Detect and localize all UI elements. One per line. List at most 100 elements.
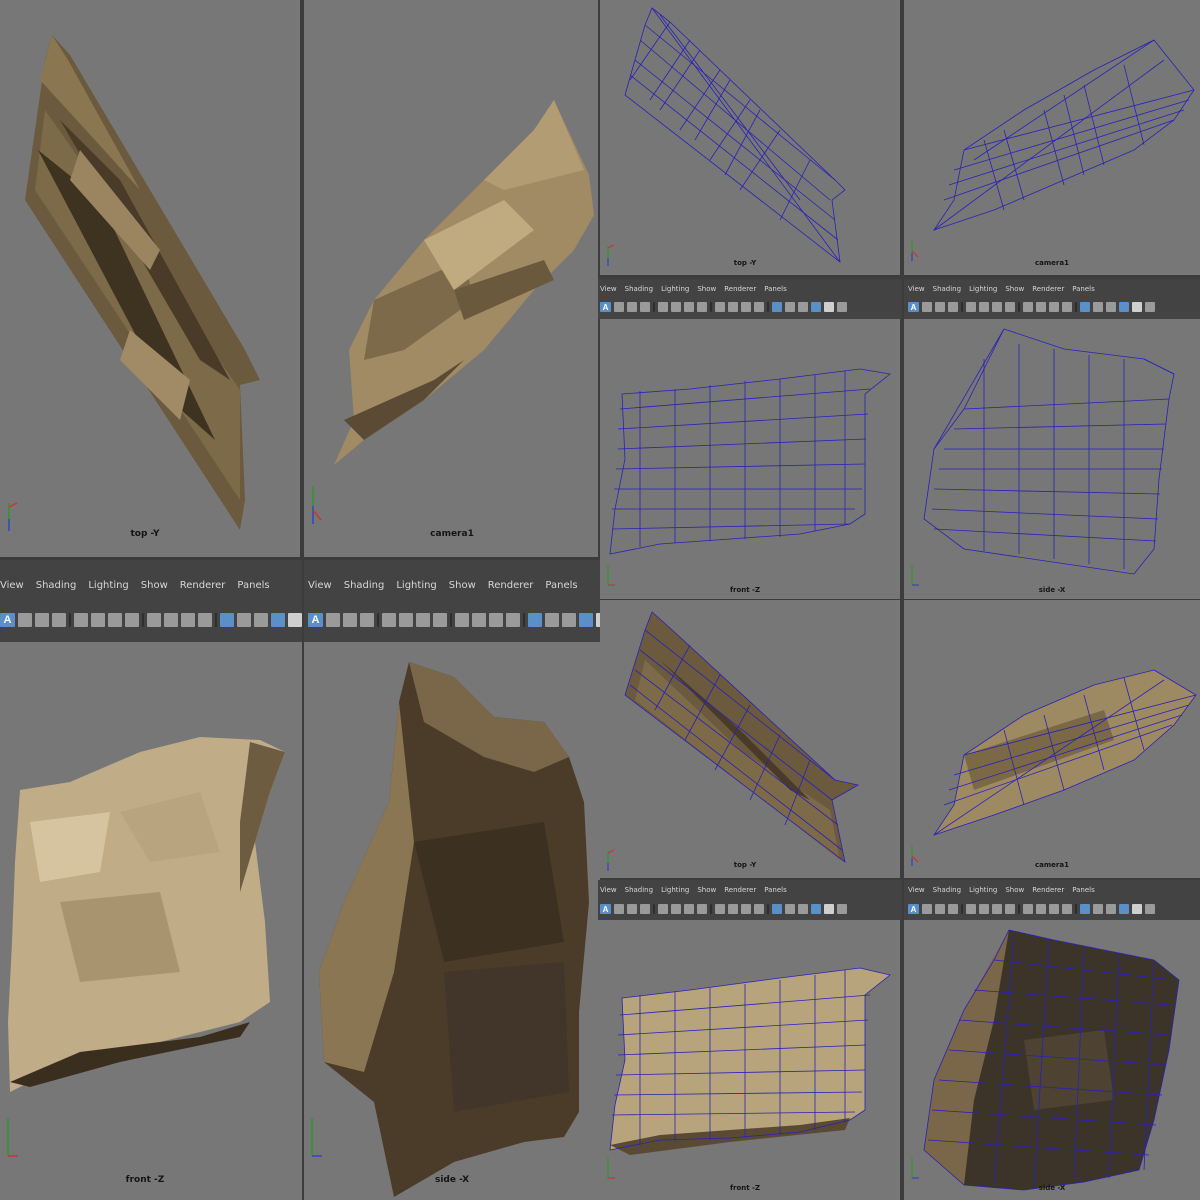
menu-show[interactable]: Show (697, 285, 716, 293)
ambient-occlusion-icon[interactable] (562, 613, 576, 627)
film-gate-icon[interactable] (399, 613, 413, 627)
viewport-front-shaded-large[interactable]: front -Z (0, 642, 302, 1200)
ambient-occlusion-icon[interactable] (1106, 904, 1116, 914)
menu-panels[interactable]: Panels (764, 886, 787, 894)
film-gate-icon[interactable] (979, 302, 989, 312)
a-icon[interactable]: A (308, 613, 323, 627)
grid-icon[interactable] (343, 613, 357, 627)
field-chart-icon[interactable] (715, 302, 725, 312)
menu-shading[interactable]: Shading (344, 580, 385, 591)
plank-mesh[interactable] (600, 920, 900, 1200)
menu-view[interactable]: View (0, 580, 24, 591)
safe-title-icon[interactable] (125, 613, 139, 627)
shadows-icon[interactable] (785, 904, 795, 914)
lights-icon[interactable] (220, 613, 234, 627)
menu-panels[interactable]: Panels (237, 580, 269, 591)
isolate-icon[interactable] (1119, 302, 1129, 312)
a-icon[interactable]: A (908, 302, 919, 312)
select-all-icon[interactable] (1145, 904, 1155, 914)
wireframe-icon[interactable] (164, 613, 178, 627)
menu-shading[interactable]: Shading (625, 886, 653, 894)
menu-shading[interactable]: Shading (625, 285, 653, 293)
menu-lighting[interactable]: Lighting (88, 580, 128, 591)
camera-icon[interactable] (360, 613, 374, 627)
smooth-shade-icon[interactable] (1049, 302, 1059, 312)
viewport-top-wireshaded-small[interactable]: top -Y (600, 600, 900, 878)
wireframe-icon[interactable] (728, 904, 738, 914)
xray-icon[interactable] (824, 904, 834, 914)
smooth-shade-icon[interactable] (741, 904, 751, 914)
grid-icon[interactable] (935, 904, 945, 914)
resolution-gate-icon[interactable] (992, 904, 1002, 914)
film-gate-icon[interactable] (671, 302, 681, 312)
menu-view[interactable]: View (600, 285, 617, 293)
grid-icon[interactable] (35, 613, 49, 627)
smooth-shade-icon[interactable] (489, 613, 503, 627)
plank-mesh[interactable] (0, 642, 302, 1200)
xray-icon[interactable] (1132, 302, 1142, 312)
plank-wireframe[interactable] (904, 0, 1200, 275)
camera-icon[interactable] (640, 302, 650, 312)
field-chart-icon[interactable] (715, 904, 725, 914)
menu-view[interactable]: View (600, 886, 617, 894)
viewport-side-wireshaded-small[interactable]: side -X (904, 920, 1200, 1200)
menu-lighting[interactable]: Lighting (969, 886, 997, 894)
safe-title-icon[interactable] (697, 904, 707, 914)
camera-icon[interactable] (948, 904, 958, 914)
wireframe-icon[interactable] (1036, 904, 1046, 914)
camera-icon[interactable] (948, 302, 958, 312)
viewport-front-wireframe-small[interactable]: front -Z (600, 319, 900, 599)
select-all-icon[interactable] (614, 302, 624, 312)
plank-mesh[interactable] (904, 920, 1200, 1200)
a-icon[interactable]: A (0, 613, 15, 627)
isolate-icon[interactable] (811, 904, 821, 914)
viewport-top-wireframe-small[interactable]: top -Y (600, 0, 900, 275)
viewport-camera-wireshaded-small[interactable]: camera1 (904, 600, 1200, 878)
lights-icon[interactable] (528, 613, 542, 627)
bookmark-icon[interactable] (74, 613, 88, 627)
menu-panels[interactable]: Panels (1072, 285, 1095, 293)
textured-icon[interactable] (754, 904, 764, 914)
menu-shading[interactable]: Shading (36, 580, 77, 591)
smooth-shade-icon[interactable] (741, 302, 751, 312)
wireframe-icon[interactable] (1036, 302, 1046, 312)
resolution-gate-icon[interactable] (684, 904, 694, 914)
wireframe-icon[interactable] (728, 302, 738, 312)
plank-mesh[interactable] (904, 600, 1200, 878)
grid-icon[interactable] (627, 302, 637, 312)
bookmark-icon[interactable] (382, 613, 396, 627)
film-gate-icon[interactable] (979, 904, 989, 914)
plank-wireframe[interactable] (600, 319, 900, 599)
shadows-icon[interactable] (237, 613, 251, 627)
camera-icon[interactable] (52, 613, 66, 627)
select-all-icon[interactable] (837, 904, 847, 914)
menu-renderer[interactable]: Renderer (1032, 886, 1064, 894)
xray-icon[interactable] (1132, 904, 1142, 914)
wireframe-icon[interactable] (472, 613, 486, 627)
ambient-occlusion-icon[interactable] (1106, 302, 1116, 312)
field-chart-icon[interactable] (1023, 302, 1033, 312)
bookmark-icon[interactable] (966, 302, 976, 312)
select-all-icon[interactable] (922, 904, 932, 914)
ambient-occlusion-icon[interactable] (254, 613, 268, 627)
textured-icon[interactable] (506, 613, 520, 627)
menu-view[interactable]: View (308, 580, 332, 591)
ambient-occlusion-icon[interactable] (798, 904, 808, 914)
safe-title-icon[interactable] (1005, 302, 1015, 312)
textured-icon[interactable] (754, 302, 764, 312)
isolate-icon[interactable] (1119, 904, 1129, 914)
field-chart-icon[interactable] (455, 613, 469, 627)
menu-show[interactable]: Show (449, 580, 476, 591)
select-all-icon[interactable] (837, 302, 847, 312)
camera-icon[interactable] (640, 904, 650, 914)
select-all-icon[interactable] (1145, 302, 1155, 312)
lights-icon[interactable] (1080, 302, 1090, 312)
select-all-icon[interactable] (326, 613, 340, 627)
textured-icon[interactable] (1062, 302, 1072, 312)
viewport-front-wireshaded-small[interactable]: front -Z (600, 920, 900, 1200)
plank-mesh[interactable] (0, 0, 300, 557)
field-chart-icon[interactable] (1023, 904, 1033, 914)
select-all-icon[interactable] (614, 904, 624, 914)
shadows-icon[interactable] (1093, 302, 1103, 312)
shadows-icon[interactable] (785, 302, 795, 312)
